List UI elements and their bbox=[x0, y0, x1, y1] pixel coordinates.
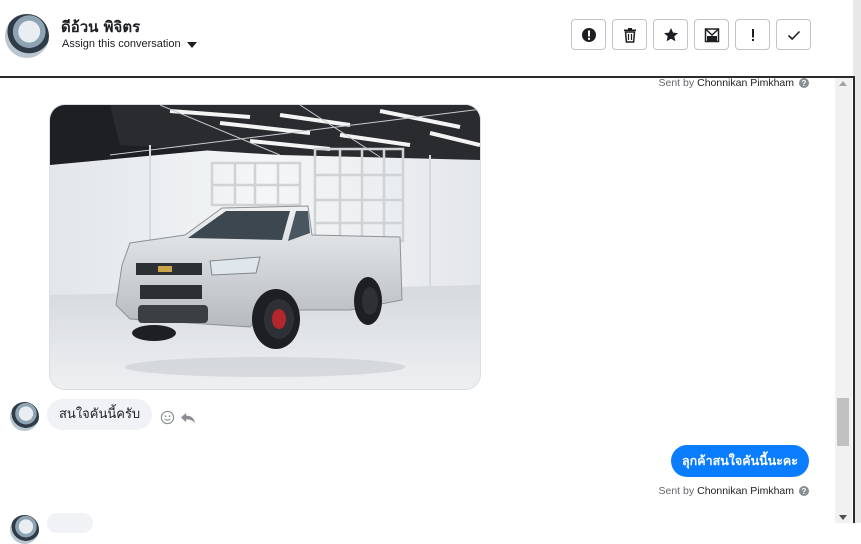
chat-scrollbar[interactable] bbox=[835, 78, 852, 523]
info-icon[interactable]: ? bbox=[799, 78, 809, 88]
delete-button[interactable] bbox=[612, 19, 647, 50]
incoming-message-bubble-partial[interactable] bbox=[47, 513, 93, 533]
follow-up-button[interactable] bbox=[735, 19, 770, 50]
check-icon bbox=[787, 30, 800, 40]
agent-name: Chonnikan Pimkham bbox=[697, 77, 794, 89]
scroll-down-arrow-icon[interactable] bbox=[839, 515, 847, 520]
star-button[interactable] bbox=[653, 19, 688, 50]
sent-by-prefix: Sent by bbox=[658, 485, 695, 497]
trash-icon bbox=[623, 27, 636, 43]
reply-icon[interactable] bbox=[179, 410, 197, 425]
conversation-toolbar bbox=[571, 19, 811, 50]
contact-name[interactable]: ดีอ้วน พิจิตร bbox=[61, 15, 140, 39]
agent-name: Chonnikan Pimkham bbox=[697, 485, 794, 497]
star-icon bbox=[663, 27, 678, 41]
mark-unread-button[interactable] bbox=[694, 19, 729, 50]
emoji-react-icon[interactable] bbox=[160, 410, 175, 425]
sent-by-line: Sent by Chonnikan Pimkham ? bbox=[658, 77, 809, 89]
info-icon[interactable]: ? bbox=[799, 486, 809, 496]
scroll-up-arrow-icon[interactable] bbox=[839, 81, 847, 86]
sent-by-line-2: Sent by Chonnikan Pimkham ? bbox=[658, 485, 809, 497]
conversation-header: ดีอ้วน พิจิตร Assign this conversation bbox=[0, 0, 853, 78]
panel-border bbox=[853, 76, 855, 523]
contact-avatar[interactable] bbox=[5, 14, 49, 58]
contact-avatar-small[interactable] bbox=[10, 402, 39, 431]
scroll-thumb[interactable] bbox=[837, 398, 849, 446]
exclamation-icon bbox=[751, 28, 754, 41]
incoming-message-bubble[interactable]: สนใจคันนี้ครับ bbox=[47, 399, 153, 430]
outgoing-message-bubble[interactable]: ลุกค้าสนใจคันนี้นะคะ bbox=[671, 445, 809, 477]
message-actions bbox=[160, 410, 197, 425]
mark-spam-button[interactable] bbox=[571, 19, 606, 50]
alert-circle-icon bbox=[581, 27, 596, 42]
sent-by-prefix: Sent by bbox=[658, 77, 695, 89]
pickup-truck-photo bbox=[50, 105, 480, 389]
shared-photo[interactable] bbox=[49, 104, 481, 390]
mark-done-button[interactable] bbox=[776, 19, 811, 50]
mark-unread-icon bbox=[704, 27, 719, 42]
assign-conversation-dropdown[interactable]: Assign this conversation bbox=[62, 38, 197, 50]
assign-conversation-label: Assign this conversation bbox=[62, 38, 181, 50]
contact-avatar-small[interactable] bbox=[10, 515, 39, 544]
caret-down-icon bbox=[186, 41, 197, 48]
